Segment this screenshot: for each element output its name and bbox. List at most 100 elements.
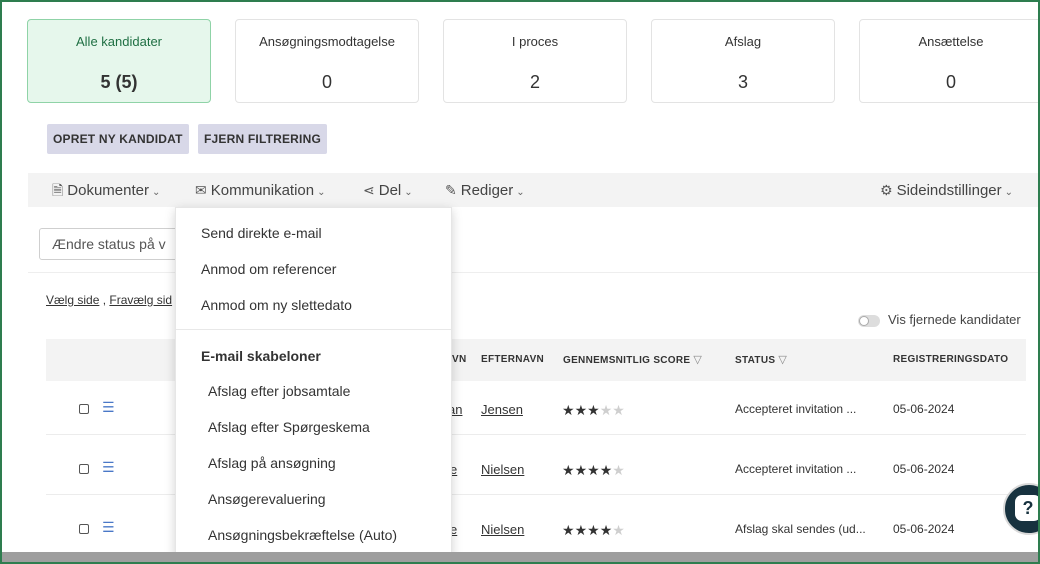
registered-date-cell: 05-06-2024 [893, 462, 955, 476]
star-icon: ★ [562, 522, 575, 538]
column-header-status[interactable]: STATUS ▽ [735, 339, 787, 382]
stat-card-value: 2 [529, 72, 540, 92]
documents-label: Dokumenter [67, 182, 149, 199]
score-stars: ★★★★★ [562, 522, 625, 539]
column-header-registered[interactable]: REGISTRERINGSDATO [893, 339, 1008, 381]
star-icon: ★ [612, 522, 625, 538]
menu-item-request-deletion-date[interactable]: Anmod om ny slettedato [201, 297, 352, 313]
help-chat-icon: ? [1015, 495, 1038, 521]
star-icon: ★ [587, 462, 600, 478]
lastname-cell[interactable]: Jensen [481, 402, 523, 417]
page-settings-label: Sideindstillinger [896, 182, 1002, 199]
menu-item-request-references[interactable]: Anmod om referencer [201, 261, 336, 277]
row-checkbox[interactable] [79, 404, 89, 414]
stat-card-received[interactable]: Ansøgningsmodtagelse 0 [235, 19, 419, 103]
stat-card-value: 5 (5) [100, 72, 138, 92]
stat-card-title: Alle kandidater [76, 34, 162, 49]
stat-card-rejected[interactable]: Afslag 3 [651, 19, 835, 103]
star-icon: ★ [612, 462, 625, 478]
create-candidate-button[interactable]: OPRET NY KANDIDAT [47, 124, 189, 154]
status-cell: Afslag skal sendes (ud... [735, 522, 866, 536]
star-icon: ★ [574, 462, 588, 478]
star-icon: ★ [599, 462, 613, 478]
registered-date-cell: 05-06-2024 [893, 522, 955, 536]
stat-card-value: 0 [945, 72, 956, 92]
communication-label: Kommunikation [210, 182, 315, 199]
chevron-down-icon: ⌄ [516, 187, 525, 198]
stat-card-title: Ansøgningsmodtagelse [259, 34, 395, 49]
stat-card-hired[interactable]: Ansættelse 0 [859, 19, 1038, 103]
documents-menu[interactable]: 🗎 Dokumenter ⌄ [52, 173, 160, 207]
app-frame: Alle kandidater 5 (5) Ansøgningsmodtagel… [0, 0, 1040, 564]
star-icon: ★ [587, 522, 600, 538]
lastname-cell[interactable]: Nielsen [481, 462, 524, 477]
menu-divider [176, 329, 451, 330]
menu-item-template[interactable]: Afslag efter jobsamtale [208, 383, 350, 399]
edit-menu[interactable]: ✎ Rediger ⌄ [445, 173, 525, 207]
column-header-status-label: STATUS [735, 355, 776, 366]
row-menu-icon[interactable]: ☰ [102, 399, 115, 416]
column-header-score-label: GENNEMSNITLIG SCORE [563, 355, 691, 366]
star-icon: ★ [562, 462, 575, 478]
page-settings-menu[interactable]: ⚙ Sideindstillinger ⌄ [880, 173, 1013, 207]
column-header-firstname[interactable]: VN [452, 339, 467, 381]
stat-card-value: 0 [321, 72, 332, 92]
stat-card-in-process[interactable]: I proces 2 [443, 19, 627, 103]
row-checkbox[interactable] [79, 524, 89, 534]
chevron-down-icon: ⌄ [151, 187, 161, 198]
star-icon: ★ [612, 402, 625, 418]
filter-icon[interactable]: ▽ [693, 354, 702, 366]
column-header-lastname[interactable]: EFTERNAVN [481, 339, 544, 381]
registered-date-cell: 05-06-2024 [893, 402, 955, 416]
stat-card-all[interactable]: Alle kandidater 5 (5) [27, 19, 211, 103]
envelope-icon: ✉ [195, 182, 207, 198]
column-header-score[interactable]: GENNEMSNITLIG SCORE ▽ [563, 339, 702, 382]
communication-menu[interactable]: ✉ Kommunikation ⌄ [195, 173, 326, 207]
clear-filter-button[interactable]: FJERN FILTRERING [198, 124, 327, 154]
email-templates-heading: E-mail skabeloner [201, 348, 321, 364]
share-menu[interactable]: ⋖ Del ⌄ [363, 173, 413, 207]
star-icon: ★ [574, 522, 588, 538]
select-page-link[interactable]: Vælg side [46, 293, 99, 307]
stat-card-value: 3 [737, 72, 748, 92]
lastname-cell[interactable]: Nielsen [481, 522, 524, 537]
star-icon: ★ [574, 402, 588, 418]
chevron-down-icon: ⌄ [404, 187, 413, 198]
menu-item-template[interactable]: Ansøgningsbekræftelse (Auto) [208, 527, 397, 543]
select-links: Vælg side , Fravælg sid [46, 293, 173, 307]
star-icon: ★ [599, 402, 613, 418]
stat-card-title: Ansættelse [918, 34, 984, 49]
menu-item-template[interactable]: Ansøgerevaluering [208, 491, 326, 507]
show-removed-toggle[interactable] [858, 314, 880, 327]
deselect-page-link[interactable]: Fravælg sid [109, 293, 172, 307]
chevron-down-icon: ⌄ [317, 187, 326, 198]
status-cell: Accepteret invitation ... [735, 402, 857, 416]
share-label: Del [378, 182, 402, 199]
row-menu-icon[interactable]: ☰ [102, 519, 115, 536]
show-removed-label: Vis fjernede kandidater [888, 312, 1021, 327]
share-icon: ⋖ [363, 182, 375, 198]
row-checkbox[interactable] [79, 464, 89, 474]
stat-card-title: I proces [511, 34, 559, 49]
communication-dropdown: Send direkte e-mail Anmod om referencer … [175, 207, 452, 557]
row-menu-icon[interactable]: ☰ [102, 459, 115, 476]
chevron-down-icon: ⌄ [1004, 187, 1014, 198]
filter-icon[interactable]: ▽ [778, 354, 787, 366]
edit-label: Rediger [460, 182, 514, 199]
star-icon: ★ [599, 522, 613, 538]
star-icon: ★ [587, 402, 600, 418]
menu-item-template[interactable]: Afslag på ansøgning [208, 455, 336, 471]
status-cell: Accepteret invitation ... [735, 462, 857, 476]
bottom-scrollbar[interactable] [2, 552, 1038, 562]
score-stars: ★★★★★ [562, 402, 625, 419]
menu-item-send-email[interactable]: Send direkte e-mail [201, 225, 322, 241]
toolbar: 🗎 Dokumenter ⌄ ✉ Kommunikation ⌄ ⋖ Del ⌄ ✎ Redi… [28, 173, 1038, 207]
show-removed-toggle-wrap: Vis fjernede kandidater [858, 312, 1021, 327]
stat-card-title: Afslag [724, 34, 762, 49]
star-icon: ★ [562, 402, 575, 418]
pencil-icon: ✎ [445, 182, 457, 198]
score-stars: ★★★★★ [562, 462, 625, 479]
document-icon: 🗎 [52, 182, 64, 198]
menu-item-template[interactable]: Afslag efter Spørgeskema [208, 419, 370, 435]
gear-icon: ⚙ [880, 182, 893, 198]
